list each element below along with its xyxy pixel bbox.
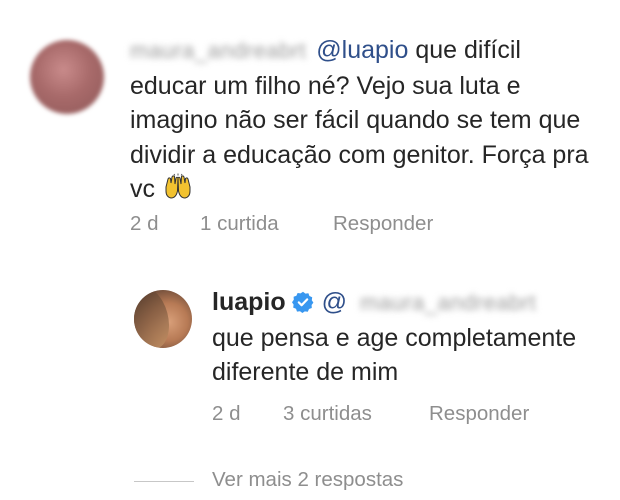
avatar-photo-detail <box>134 290 176 348</box>
replier-avatar[interactable] <box>134 290 192 348</box>
comment-2-mention-at[interactable]: @ <box>322 288 347 316</box>
comment-1-reply-button[interactable]: Responder <box>333 212 433 236</box>
comment-1-text-line-1: que difícil <box>408 36 521 64</box>
comment-1-likes[interactable]: 1 curtida <box>200 212 279 236</box>
replier-username[interactable]: luapio <box>212 288 286 316</box>
commenter-username[interactable]: maura_andreabrt <box>130 38 306 63</box>
comment-2-text: que pensa e age completamente diferente … <box>212 323 577 387</box>
raising-hands-emoji-icon <box>163 173 193 211</box>
verified-badge-icon <box>291 288 314 313</box>
commenter-avatar[interactable] <box>30 40 104 114</box>
comment-2-time: 2 d <box>212 402 241 425</box>
comment-2-mention-username[interactable]: maura_andreabrt <box>360 290 536 315</box>
comment-1-time: 2 d <box>130 212 159 235</box>
view-more-replies-button[interactable]: Ver mais 2 respostas <box>212 468 403 492</box>
comment-2-reply-button[interactable]: Responder <box>429 402 529 426</box>
comment-1-text: educar um filho né? Vejo sua luta e imag… <box>130 71 589 204</box>
comment-1-mention[interactable]: @luapio <box>316 36 408 64</box>
view-more-divider <box>134 481 194 482</box>
comment-2-body: luapio @ maura_andreabrt que pensa e age… <box>212 285 612 390</box>
comment-1-body: maura_andreabrt @luapio que difícil educa… <box>130 33 600 211</box>
comment-2-likes[interactable]: 3 curtidas <box>283 402 372 426</box>
